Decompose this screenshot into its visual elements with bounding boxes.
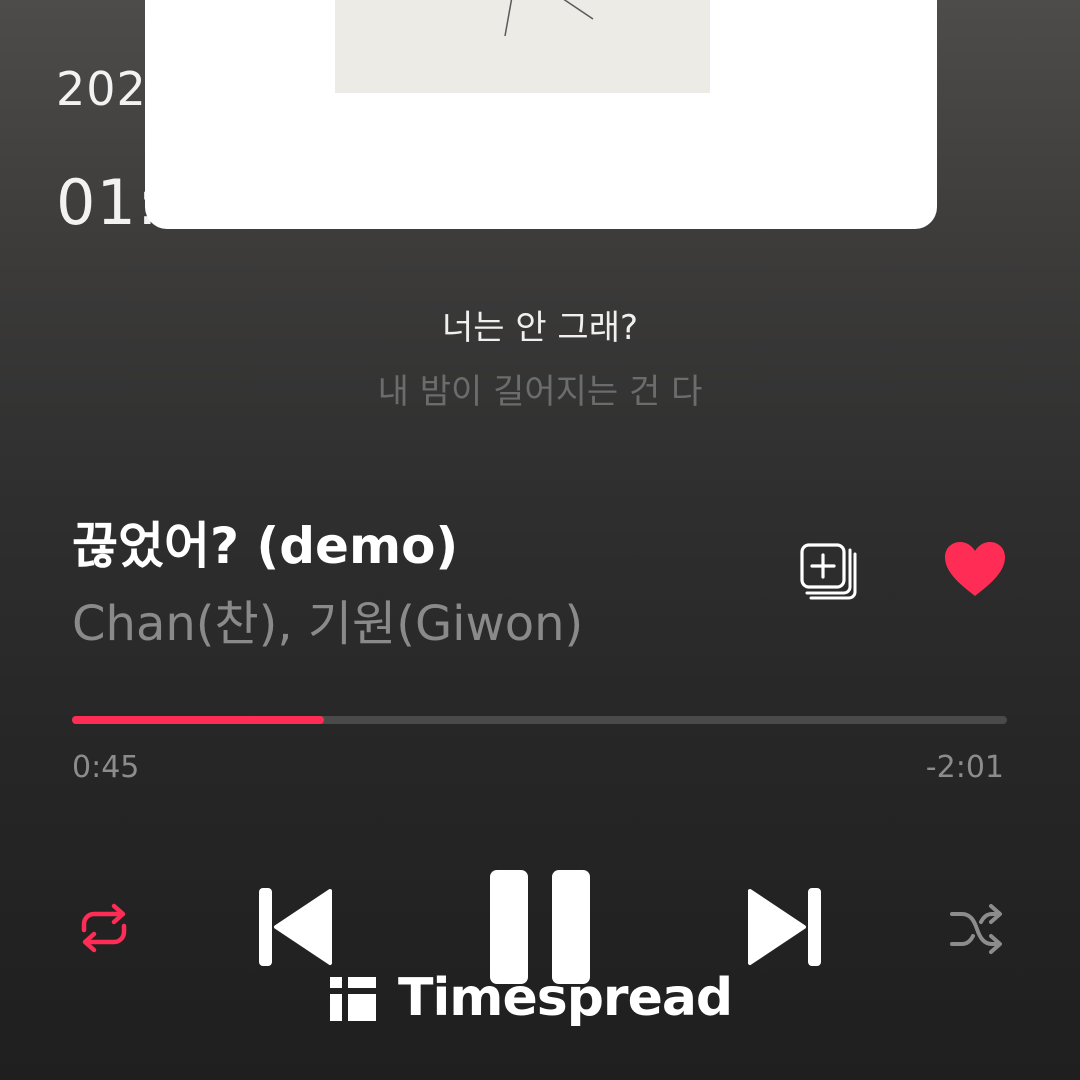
background-date-text: 202 [56,62,147,116]
album-art-card[interactable] [145,0,937,229]
repeat-icon [81,903,127,953]
progress-bar-fill [72,716,325,724]
elapsed-time: 0:45 [72,750,140,785]
lyric-current-line[interactable]: 너는 안 그래? [0,300,1080,349]
skip-previous-icon [259,888,332,966]
previous-track-button[interactable] [256,886,336,968]
album-art-drawing [504,0,594,37]
next-track-button[interactable] [744,886,824,968]
lyric-next-line[interactable]: 내 밤이 길어지는 건 다 [0,364,1080,413]
shuffle-icon [950,904,1002,954]
timespread-logo-icon [330,977,376,1021]
track-title: 끊었어? (demo) [72,517,459,575]
watermark: Timespread [328,968,733,1028]
album-art-image [335,0,710,93]
skip-next-icon [748,888,821,966]
music-player-screen: 202 01: 너는 안 그래? 내 밤이 길어지는 건 다 끊었어? (dem… [0,0,1080,1080]
remaining-time: -2:01 [925,750,1004,785]
like-button[interactable] [943,540,1007,600]
heart-icon [945,542,1005,596]
progress-bar[interactable] [72,716,1007,724]
add-to-playlist-button[interactable] [797,540,863,604]
add-to-playlist-icon [800,543,857,600]
repeat-button[interactable] [76,900,132,956]
track-artist[interactable]: Chan(찬), 기원(Giwon) [72,584,583,654]
background-time-text: 01: [56,166,159,239]
shuffle-button[interactable] [948,902,1006,956]
watermark-text: Timespread [398,968,733,1028]
